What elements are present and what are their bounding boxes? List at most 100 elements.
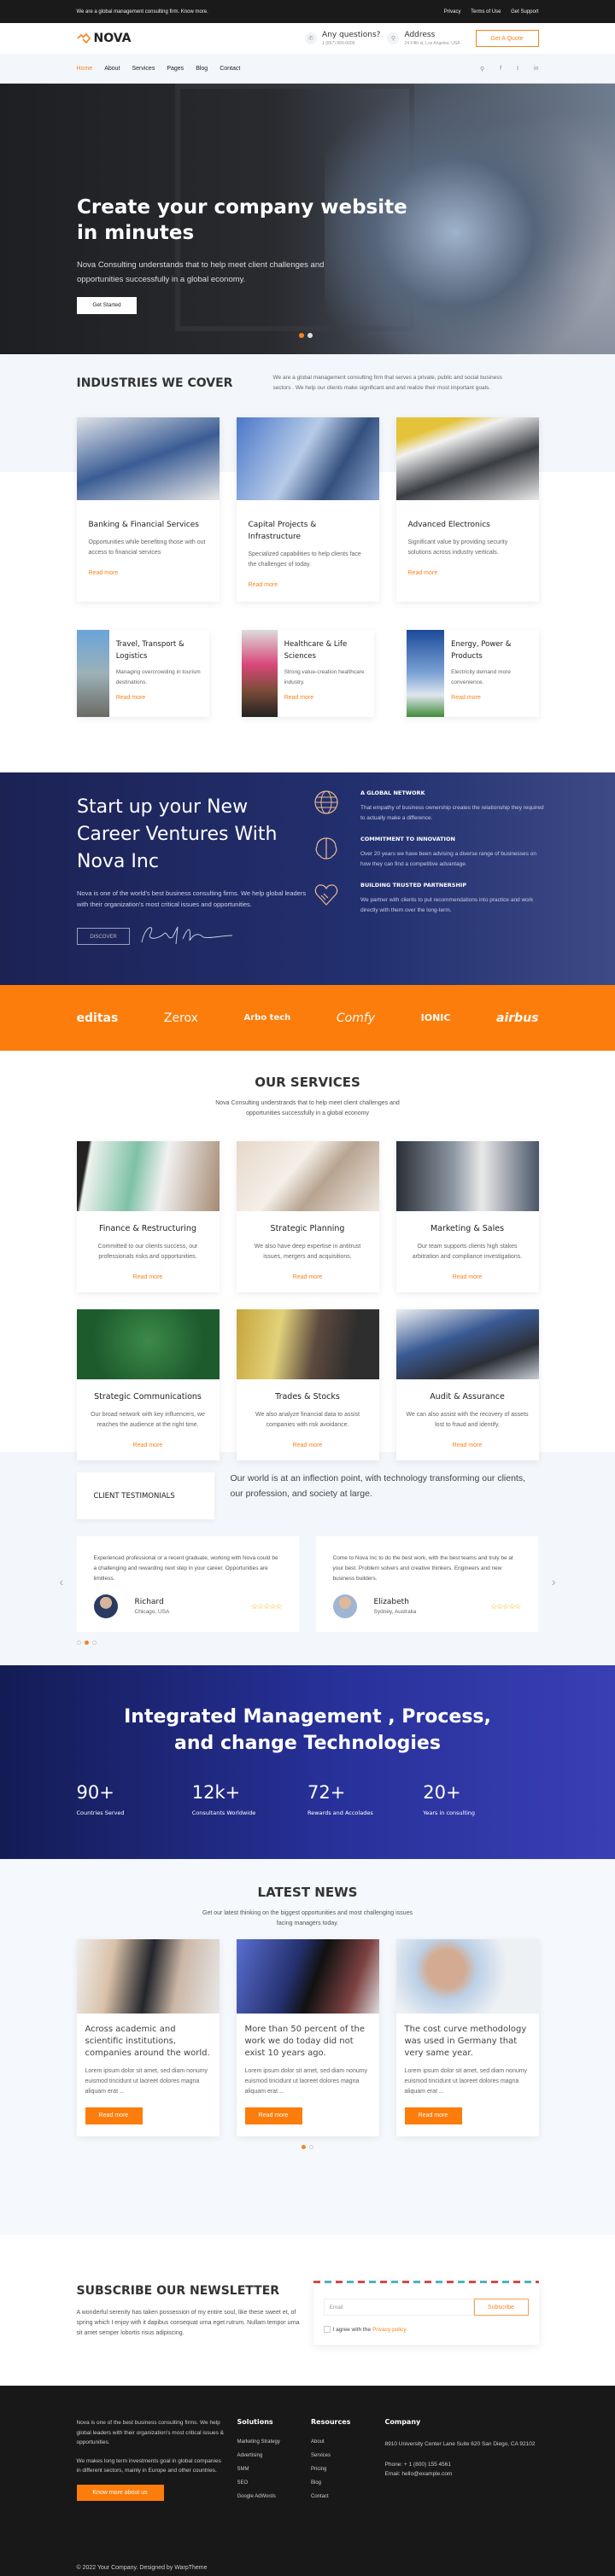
footer-link[interactable]: Marketing Strategy	[237, 2439, 311, 2445]
footer-link[interactable]: Google AdWords	[237, 2494, 311, 2499]
testimonial-text: Come to Nova Inc to do the best work, wi…	[332, 1555, 513, 1582]
card-text: Committed to our clients success, our pr…	[97, 1244, 198, 1260]
read-more-link[interactable]: Read more	[293, 1274, 323, 1280]
service-image	[395, 1141, 539, 1211]
footer-link[interactable]: About	[311, 2439, 385, 2445]
read-more-button[interactable]: Read more	[244, 2107, 302, 2124]
read-more-button[interactable]: Read more	[85, 2107, 143, 2124]
page-dot-1[interactable]	[302, 2145, 306, 2149]
chevron-left-icon[interactable]: ‹	[60, 1575, 64, 1588]
nav-services[interactable]: Services	[132, 66, 155, 72]
card-text: Our team supports clients high stakes ar…	[412, 1244, 523, 1260]
footer-link[interactable]: Pricing	[311, 2467, 385, 2472]
support-link[interactable]: Get Support	[511, 9, 538, 15]
footer-solutions-title: Solutions	[237, 2418, 273, 2426]
industry-image	[395, 417, 539, 500]
read-more-link[interactable]: Read more	[116, 695, 146, 701]
read-more-link[interactable]: Read more	[249, 582, 278, 588]
read-more-link[interactable]: Read more	[284, 695, 314, 701]
footer-link[interactable]: Blog	[311, 2480, 385, 2486]
card-title: Finance & Restructuring	[99, 1224, 196, 1233]
page-dot-2[interactable]	[309, 2145, 313, 2149]
phone-info: ✆ Any questions? 1 (857) 899-0009	[305, 31, 380, 46]
footer-link[interactable]: Advertising	[237, 2453, 311, 2458]
stat-label: Consultants Worldwide	[191, 1810, 256, 1816]
twitter-icon[interactable]: t	[517, 66, 518, 73]
stat-label: Countries Served	[76, 1810, 125, 1816]
card-text: We can also assist with the recovery of …	[406, 1412, 529, 1428]
stat-label: Years in consulting	[423, 1810, 476, 1816]
footer-resources-title: Resources	[310, 2418, 351, 2426]
news-pagination	[77, 2145, 539, 2149]
logo[interactable]: NOVA	[76, 32, 131, 45]
chevron-right-icon[interactable]: ›	[552, 1575, 556, 1588]
phone-number[interactable]: 1 (857) 899-0009	[322, 41, 380, 46]
card-title: Healthcare & Life Sciences	[284, 640, 348, 661]
get-started-button[interactable]: Get Started	[77, 297, 137, 314]
read-more-link[interactable]: Read more	[451, 695, 481, 701]
footer-link[interactable]: SMM	[237, 2467, 311, 2472]
linkedin-icon[interactable]: in	[534, 66, 538, 73]
stat-value: 72+	[308, 1782, 346, 1803]
page-dot-3[interactable]	[91, 1641, 97, 1645]
career-text: Nova is one of the world's best business…	[77, 889, 307, 908]
nav-blog[interactable]: Blog	[196, 66, 208, 72]
card-text: Electricity demand more convenience.	[451, 669, 511, 685]
privacy-checkbox[interactable]	[323, 2326, 331, 2333]
read-more-link[interactable]: Read more	[133, 1274, 163, 1280]
feature-text: That empathy of business ownership creat…	[360, 805, 544, 821]
card-text: We also analyze financial data to assist…	[255, 1412, 360, 1428]
discover-button[interactable]: DISCOVER	[77, 928, 130, 945]
slide-dot-1[interactable]	[299, 333, 304, 338]
nav-home[interactable]: Home	[77, 66, 93, 72]
footer-link[interactable]: Contact	[311, 2494, 385, 2499]
footer-email[interactable]: Email: hello@example.com	[385, 2469, 539, 2480]
facebook-icon[interactable]: f	[500, 66, 501, 73]
slide-dot-2[interactable]	[308, 333, 313, 338]
news-headline[interactable]: More than 50 percent of the work we do t…	[245, 2024, 371, 2060]
footer-phone: Phone: + 1 (800) 155 4561	[384, 2461, 452, 2468]
news-headline[interactable]: Across academic and scientific instituti…	[85, 2024, 211, 2060]
read-more-link[interactable]: Read more	[408, 570, 438, 576]
topbar-links: Privacy Terms of Use Get Support	[436, 9, 539, 15]
nav-about[interactable]: About	[104, 66, 120, 72]
card-title: Energy, Power & Products	[451, 640, 512, 661]
subscribe-button[interactable]: Subscribe	[473, 2299, 529, 2316]
topbar-message[interactable]: We are a global management consulting fi…	[77, 9, 208, 15]
phone-icon: ✆	[305, 32, 318, 44]
footer-link[interactable]: Services	[311, 2453, 385, 2458]
brain-icon	[315, 837, 337, 860]
brand-logo-editas: editas	[76, 1011, 119, 1025]
nav-pages[interactable]: Pages	[167, 66, 184, 72]
industry-image	[236, 417, 379, 500]
page-dot-2[interactable]	[84, 1641, 89, 1645]
airmail-border	[313, 2281, 539, 2283]
read-more-link[interactable]: Read more	[133, 1442, 163, 1448]
read-more-link[interactable]: Read more	[293, 1442, 323, 1448]
footer-link[interactable]: SEO	[237, 2480, 311, 2486]
nav-contact[interactable]: Contact	[220, 66, 240, 72]
search-icon[interactable]: ⚲	[480, 66, 484, 73]
email-input[interactable]: Email	[323, 2299, 474, 2316]
card-text: Strong value-creation healthcare industr…	[284, 669, 365, 685]
news-image	[236, 1939, 379, 2014]
read-more-link[interactable]: Read more	[453, 1442, 483, 1448]
privacy-policy-link[interactable]: Privacy policy	[372, 2327, 407, 2333]
terms-link[interactable]: Terms of Use	[471, 9, 501, 15]
get-quote-button[interactable]: Get A Quote	[475, 30, 539, 47]
privacy-link[interactable]: Privacy	[444, 9, 461, 15]
hero-slider: Create your company website in minutes N…	[0, 84, 615, 354]
feature-item: A GLOBAL NETWORK That empathy of business…	[313, 790, 544, 824]
industry-card: Advanced Electronics Significant value by…	[395, 417, 539, 602]
stat-value: 20+	[423, 1782, 461, 1803]
globe-icon	[314, 790, 338, 814]
know-more-button[interactable]: Know more about us	[76, 2484, 164, 2501]
read-more-button[interactable]: Read more	[404, 2107, 462, 2124]
service-card: Finance & Restructuring Committed to our …	[76, 1141, 220, 1292]
industries-title: INDUSTRIES WE COVER	[76, 376, 233, 390]
service-image	[76, 1309, 220, 1379]
read-more-link[interactable]: Read more	[453, 1274, 483, 1280]
page-dot-1[interactable]	[76, 1641, 81, 1645]
news-headline[interactable]: The cost curve methodology was used in G…	[405, 2024, 530, 2060]
read-more-link[interactable]: Read more	[89, 570, 119, 576]
